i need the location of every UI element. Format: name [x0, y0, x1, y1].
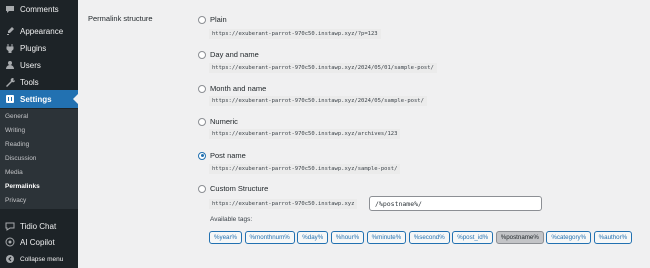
tag-button-category[interactable]: %category% — [546, 231, 592, 244]
radio-month-and-name[interactable] — [198, 84, 206, 93]
example-day-and-name: https://exuberant-parrot-970c50.instawp.… — [209, 63, 437, 73]
option-label: Numeric — [210, 117, 238, 126]
submenu-item-privacy[interactable]: Privacy — [5, 197, 26, 204]
radio-numeric[interactable] — [198, 117, 206, 126]
collapse-menu-button[interactable]: Collapse menu — [0, 250, 78, 268]
example-month-and-name: https://exuberant-parrot-970c50.instawp.… — [209, 96, 427, 106]
option-plain[interactable]: Plain — [198, 15, 227, 24]
sidebar-item-ai-copilot[interactable]: AI Copilot — [0, 233, 78, 251]
example-post-name: https://exuberant-parrot-970c50.instawp.… — [209, 164, 401, 174]
sidebar-item-label: Tidio Chat — [20, 221, 57, 231]
sidebar-item-users[interactable]: Users — [0, 56, 78, 74]
example-plain: https://exuberant-parrot-970c50.instawp.… — [209, 29, 381, 39]
appearance-icon — [5, 26, 15, 36]
submenu-item-general[interactable]: General — [5, 113, 28, 120]
submenu-item-writing[interactable]: Writing — [5, 127, 25, 134]
tag-button-author[interactable]: %author% — [593, 231, 633, 244]
wp-admin: Comments Appearance Plugins Users Tools — [0, 0, 650, 268]
sidebar-item-label: Plugins — [20, 43, 47, 53]
sidebar-item-label: Users — [20, 60, 41, 70]
tag-button-year[interactable]: %year% — [209, 231, 243, 244]
plugins-icon — [5, 43, 15, 53]
option-month-and-name[interactable]: Month and name — [198, 84, 266, 93]
permalink-structure-label: Permalink structure — [88, 14, 153, 23]
copilot-icon — [5, 237, 15, 247]
option-day-and-name[interactable]: Day and name — [198, 50, 259, 59]
option-label: Day and name — [210, 50, 259, 59]
sidebar-item-plugins[interactable]: Plugins — [0, 39, 78, 57]
submenu-item-discussion[interactable]: Discussion — [5, 155, 36, 162]
sidebar-item-appearance[interactable]: Appearance — [0, 22, 78, 40]
option-label: Custom Structure — [210, 184, 269, 193]
option-label: Post name — [210, 151, 246, 160]
sidebar-item-label: Collapse menu — [20, 255, 64, 263]
custom-structure-input[interactable]: /%postname%/ — [369, 196, 542, 211]
option-label: Plain — [210, 15, 227, 24]
radio-custom-structure[interactable] — [198, 184, 206, 193]
available-tags: %year% %monthnum% %day% %hour% %minute% … — [209, 231, 635, 244]
submenu-item-media[interactable]: Media — [5, 169, 23, 176]
sidebar-item-tools[interactable]: Tools — [0, 73, 78, 91]
custom-structure-prefix: https://exuberant-parrot-970c50.instawp.… — [209, 199, 358, 209]
settings-icon — [5, 94, 15, 104]
collapse-icon — [5, 254, 15, 264]
radio-day-and-name[interactable] — [198, 50, 206, 59]
tag-button-second[interactable]: %second% — [408, 231, 450, 244]
tag-button-postname[interactable]: %postname% — [495, 231, 544, 244]
option-custom-structure[interactable]: Custom Structure — [198, 184, 268, 193]
available-tags-label: Available tags: — [210, 216, 253, 223]
sidebar-item-settings[interactable]: Settings — [0, 90, 78, 108]
admin-sidebar: Comments Appearance Plugins Users Tools — [0, 0, 78, 268]
tools-icon — [5, 77, 15, 87]
sidebar-item-label: Tools — [20, 77, 39, 87]
option-post-name[interactable]: Post name — [198, 151, 246, 160]
chat-icon — [5, 221, 15, 231]
tag-button-monthnum[interactable]: %monthnum% — [244, 231, 295, 244]
option-label: Month and name — [210, 84, 267, 93]
option-numeric[interactable]: Numeric — [198, 117, 238, 126]
radio-plain[interactable] — [198, 15, 206, 24]
current-menu-arrow — [73, 94, 78, 104]
sidebar-item-label: AI Copilot — [20, 237, 55, 247]
sidebar-item-label: Comments — [20, 4, 59, 14]
tag-button-day[interactable]: %day% — [297, 231, 329, 244]
users-icon — [5, 60, 15, 70]
tag-button-minute[interactable]: %minute% — [366, 231, 407, 244]
comments-icon — [5, 4, 15, 14]
tag-button-post-id[interactable]: %post_id% — [452, 231, 494, 244]
sidebar-item-label: Appearance — [20, 26, 64, 36]
submenu-item-reading[interactable]: Reading — [5, 141, 29, 148]
submenu-item-permalinks[interactable]: Permalinks — [5, 183, 40, 190]
sidebar-item-label: Settings — [20, 94, 52, 104]
sidebar-item-comments[interactable]: Comments — [0, 0, 78, 18]
settings-submenu: General Writing Reading Discussion Media… — [0, 109, 78, 209]
radio-post-name[interactable] — [198, 151, 206, 160]
tag-button-hour[interactable]: %hour% — [330, 231, 365, 244]
example-numeric: https://exuberant-parrot-970c50.instawp.… — [209, 129, 401, 139]
